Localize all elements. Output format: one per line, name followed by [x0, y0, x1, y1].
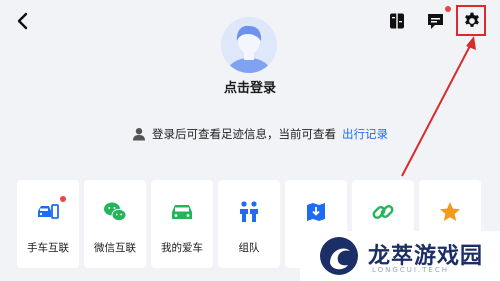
map-download-icon	[307, 203, 325, 221]
back-arrow-icon[interactable]	[12, 10, 34, 32]
login-label[interactable]: 点击登录	[190, 77, 310, 96]
shortcut-label: 手车互联	[27, 242, 69, 254]
shortcut-card-my-car[interactable]: 我的爱车	[151, 180, 213, 268]
shortcut-label: 微信互联	[94, 242, 136, 254]
notification-dot	[445, 6, 451, 12]
notification-dot	[60, 196, 66, 202]
shortcut-label: 组队	[238, 242, 260, 254]
star-icon	[440, 202, 460, 221]
link-icon	[372, 205, 394, 219]
watermark-logo-icon	[320, 237, 358, 275]
person-icon	[133, 128, 145, 141]
annotation-arrow	[401, 36, 476, 177]
shortcut-card-team[interactable]: 组队	[218, 180, 280, 268]
car-phone-icon	[38, 204, 59, 219]
team-icon	[240, 201, 258, 222]
car-icon	[172, 205, 192, 219]
shortcut-card-wechat-link[interactable]: 微信互联	[84, 180, 146, 268]
login-hint: 登录后可查看足迹信息，当前可查看 出行记录	[132, 126, 388, 142]
hint-text: 登录后可查看足迹信息，当前可查看	[152, 127, 336, 141]
avatar[interactable]	[221, 17, 277, 73]
shortcut-label: 我的爱车	[161, 242, 203, 254]
wechat-icon	[104, 202, 127, 222]
watermark-subtitle: LONGCUI.TECH	[372, 266, 449, 274]
trip-records-link[interactable]: 出行记录	[342, 126, 388, 142]
shortcut-card-phone-car-link[interactable]: 手车互联	[17, 180, 79, 268]
